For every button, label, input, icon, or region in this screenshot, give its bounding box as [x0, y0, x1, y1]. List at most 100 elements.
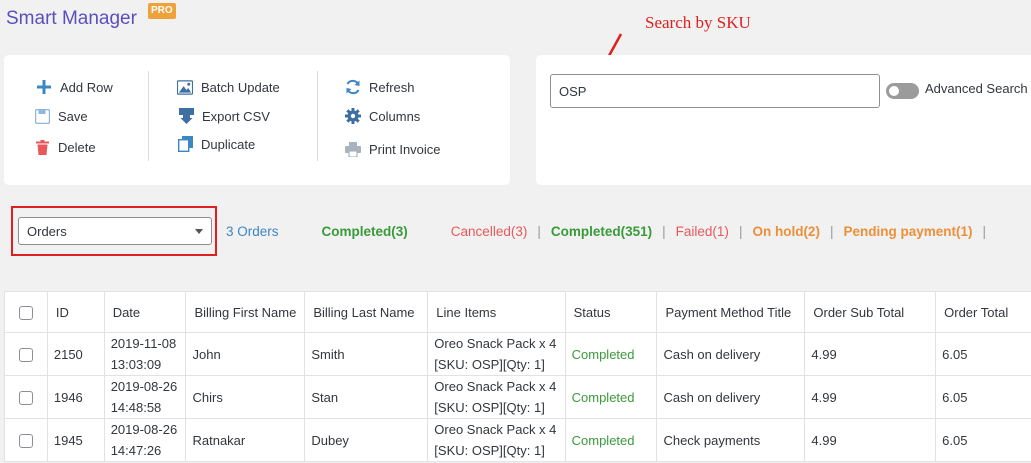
cell-last-name[interactable]: Dubey — [304, 418, 429, 462]
trash-icon — [34, 139, 50, 155]
copy-icon — [177, 136, 193, 152]
cell-date-time: 14:47:26 — [110, 443, 162, 458]
select-all-cell — [4, 291, 48, 333]
cell-first-name[interactable]: Ratnakar — [185, 418, 306, 462]
dashboard-select-value: Orders — [27, 223, 67, 239]
refresh-label: Refresh — [369, 79, 415, 95]
cell-sub-total[interactable]: 4.99 — [804, 418, 937, 462]
line-item-sku: [SKU: OSP][Qty: 1] — [434, 443, 545, 458]
orders-count-link[interactable]: 3 Orders — [226, 224, 279, 239]
search-input[interactable] — [550, 74, 880, 108]
print-invoice-button[interactable]: Print Invoice — [345, 141, 441, 157]
cell-date-day: 2019-11-08 — [110, 336, 177, 351]
save-button[interactable]: Save — [34, 108, 88, 124]
stat-separator: | — [829, 224, 834, 239]
table-header-row: ID Date Billing First Name Billing Last … — [4, 291, 1031, 333]
refresh-button[interactable]: Refresh — [345, 79, 415, 95]
stat-on-hold[interactable]: On hold(2) — [752, 224, 820, 239]
orders-table: ID Date Billing First Name Billing Last … — [4, 291, 1031, 462]
stat-separator: | — [537, 224, 541, 239]
column-header-billing-last-name[interactable]: Billing Last Name — [304, 291, 429, 333]
row-select-cell — [4, 375, 48, 419]
stat-completed-total[interactable]: Completed(351) — [551, 224, 652, 239]
add-row-label: Add Row — [60, 79, 113, 95]
dashboard-select[interactable]: Orders — [18, 217, 212, 245]
delete-button[interactable]: Delete — [34, 139, 96, 155]
row-select-cell — [4, 332, 48, 376]
export-csv-label: Export CSV — [202, 108, 270, 124]
caret-down-icon — [195, 228, 203, 234]
column-header-order-sub-total[interactable]: Order Sub Total — [804, 291, 937, 333]
cell-first-name[interactable]: John — [185, 332, 306, 376]
cell-payment-method[interactable]: Check payments — [656, 418, 806, 462]
table-row[interactable]: 1945 2019-08-26 14:47:26 Ratnakar Dubey O… — [4, 418, 1031, 462]
divider — [317, 71, 318, 161]
add-row-button[interactable]: Add Row — [36, 79, 113, 95]
column-header-date[interactable]: Date — [103, 291, 187, 333]
image-icon — [177, 79, 193, 95]
cell-status[interactable]: Completed — [564, 375, 658, 419]
duplicate-label: Duplicate — [201, 136, 256, 152]
column-header-id[interactable]: ID — [46, 291, 105, 333]
search-panel: Advanced Search — [536, 55, 1031, 185]
duplicate-button[interactable]: Duplicate — [177, 136, 255, 152]
stat-cancelled[interactable]: Cancelled(3) — [451, 224, 528, 239]
cell-order-total[interactable]: 6.05 — [935, 418, 1031, 462]
row-checkbox[interactable] — [18, 348, 33, 363]
cell-date-day: 2019-08-26 — [110, 422, 178, 437]
cell-line-items[interactable]: Oreo Snack Pack x 4 [SKU: OSP][Qty: 1] — [427, 332, 566, 376]
column-header-payment-method-title[interactable]: Payment Method Title — [656, 291, 806, 333]
row-checkbox[interactable] — [18, 391, 33, 406]
cell-last-name[interactable]: Smith — [304, 332, 429, 376]
save-label: Save — [58, 108, 88, 124]
cell-date-time: 13:03:09 — [110, 357, 162, 372]
row-checkbox[interactable] — [18, 434, 33, 449]
select-all-checkbox[interactable] — [18, 305, 33, 320]
cell-id[interactable]: 1946 — [46, 375, 105, 419]
cell-date[interactable]: 2019-08-26 14:48:58 — [103, 375, 187, 419]
column-header-billing-first-name[interactable]: Billing First Name — [185, 291, 306, 333]
cell-date[interactable]: 2019-11-08 13:03:09 — [103, 332, 187, 376]
advanced-search-toggle[interactable] — [886, 83, 919, 99]
cell-status[interactable]: Completed — [564, 418, 658, 462]
columns-button[interactable]: Columns — [345, 108, 420, 124]
cell-date[interactable]: 2019-08-26 14:47:26 — [103, 418, 187, 462]
gear-icon — [345, 108, 361, 124]
cell-line-items[interactable]: Oreo Snack Pack x 4 [SKU: OSP][Qty: 1] — [427, 375, 566, 419]
export-icon — [178, 108, 194, 124]
row-select-cell — [4, 418, 48, 462]
cell-sub-total[interactable]: 4.99 — [804, 375, 937, 419]
stat-failed[interactable]: Failed(1) — [676, 224, 729, 239]
cell-payment-method[interactable]: Cash on delivery — [656, 375, 806, 419]
cell-status[interactable]: Completed — [564, 332, 658, 376]
line-item-name: Oreo Snack Pack x 4 — [434, 422, 557, 437]
stat-completed[interactable]: Completed(3) — [322, 224, 408, 239]
pro-badge: PRO — [148, 3, 176, 19]
annotation-label: Search by SKU — [645, 13, 751, 32]
stat-pending-payment[interactable]: Pending payment(1) — [843, 224, 972, 239]
order-stats: 3 Orders Completed(3) Cancelled(3) | Com… — [226, 224, 996, 239]
column-header-order-total[interactable]: Order Total — [935, 291, 1031, 333]
dashboard-select-highlight: Orders — [11, 206, 217, 256]
cell-first-name[interactable]: Chirs — [185, 375, 306, 419]
cell-payment-method[interactable]: Cash on delivery — [656, 332, 806, 376]
table-row[interactable]: 2150 2019-11-08 13:03:09 John Smith Oreo … — [4, 332, 1031, 376]
line-item-name: Oreo Snack Pack x 4 — [434, 379, 557, 394]
export-csv-button[interactable]: Export CSV — [178, 108, 270, 124]
cell-sub-total[interactable]: 4.99 — [804, 332, 937, 376]
batch-update-button[interactable]: Batch Update — [177, 79, 280, 95]
stat-separator: | — [662, 224, 666, 239]
divider — [148, 71, 149, 161]
refresh-icon — [345, 79, 361, 95]
cell-last-name[interactable]: Stan — [304, 375, 429, 419]
cell-order-total[interactable]: 6.05 — [935, 332, 1031, 376]
cell-line-items[interactable]: Oreo Snack Pack x 4 [SKU: OSP][Qty: 1] — [427, 418, 566, 462]
column-header-status[interactable]: Status — [564, 291, 658, 333]
column-header-line-items[interactable]: Line Items — [427, 291, 566, 333]
cell-id[interactable]: 2150 — [46, 332, 105, 376]
table-row[interactable]: 1946 2019-08-26 14:48:58 Chirs Stan Oreo … — [4, 375, 1031, 419]
cell-id[interactable]: 1945 — [46, 418, 105, 462]
line-item-sku: [SKU: OSP][Qty: 1] — [434, 400, 545, 415]
cell-order-total[interactable]: 6.05 — [935, 375, 1031, 419]
columns-label: Columns — [369, 108, 421, 124]
